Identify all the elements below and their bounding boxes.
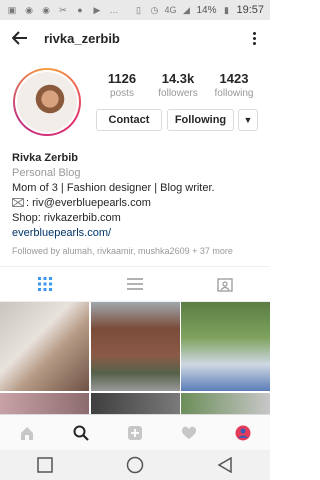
tab-grid[interactable] (0, 267, 90, 301)
more-options-icon[interactable] (248, 28, 260, 48)
more-dots-icon: … (109, 5, 119, 15)
stat-value: 1126 (107, 71, 137, 86)
vk-icon: ● (77, 5, 83, 15)
add-icon (128, 425, 142, 440)
grid-photo[interactable] (0, 302, 89, 391)
stat-following[interactable]: 1423 following (208, 71, 260, 99)
status-time: 19:57 (236, 4, 264, 16)
following-button[interactable]: Following (167, 109, 234, 131)
bio-name: Rivka Zerbib (12, 152, 79, 164)
nav-add[interactable] (108, 415, 162, 450)
square-icon (37, 457, 53, 473)
profile-photo (17, 72, 77, 132)
stat-posts[interactable]: 1126 posts (96, 71, 148, 99)
profile-username: rivka_zerbib (44, 30, 120, 46)
nav-search[interactable] (54, 415, 108, 450)
grid-icon (38, 277, 52, 291)
system-navigation-bar (0, 450, 270, 480)
circle-icon (126, 456, 144, 474)
stat-label: following (214, 88, 254, 99)
nav-home[interactable] (0, 415, 54, 450)
bio-website-link[interactable]: everbluepearls.com/ (12, 226, 262, 241)
search-icon (73, 425, 89, 441)
nav-profile[interactable] (216, 415, 270, 450)
bio-description: Mom of 3 | Fashion designer | Blog write… (12, 182, 215, 194)
status-right-icons: ▯ ◷ 4G ◢ 14% ▮ 19:57 (132, 4, 264, 16)
stat-label: followers (158, 88, 198, 99)
back-arrow-icon[interactable] (10, 28, 30, 48)
stat-value: 1423 (219, 71, 249, 86)
grid-photo[interactable] (181, 392, 270, 415)
stat-followers[interactable]: 14.3k followers (152, 71, 204, 99)
followed-by[interactable]: Followed by alumah, rivkaamir, mushka260… (12, 244, 262, 259)
grid-photo[interactable] (90, 392, 180, 415)
bio-shop: Shop: rivkazerbib.com (12, 212, 121, 224)
signal-icon: ◢ (182, 4, 190, 15)
bottom-navigation (0, 414, 270, 450)
contact-button[interactable]: Contact (96, 109, 162, 131)
avatar[interactable] (13, 68, 81, 136)
heart-icon (181, 426, 197, 439)
triangle-back-icon (217, 457, 232, 473)
instagram-profile-screen: ▣ ◉ ◉ ✂ ● ▶ … ▯ ◷ 4G ◢ 14% ▮ 19:57 rivka… (0, 0, 270, 480)
play-icon: ▶ (93, 4, 101, 15)
whatsapp-icon: ◉ (42, 4, 50, 15)
whatsapp-icon: ◉ (25, 4, 33, 15)
suggestions-dropdown-button[interactable]: ▼ (238, 109, 258, 131)
tab-tagged[interactable] (180, 267, 270, 301)
envelope-icon (12, 198, 24, 207)
home-icon (21, 426, 33, 440)
bio-email-row: : riv@everbluepearls.com (12, 196, 262, 211)
recents-button[interactable] (30, 453, 60, 477)
bio-email[interactable]: : riv@everbluepearls.com (26, 197, 151, 209)
sim-icon: ▣ (7, 4, 17, 15)
stat-label: posts (110, 88, 134, 99)
status-bar: ▣ ◉ ◉ ✂ ● ▶ … ▯ ◷ 4G ◢ 14% ▮ 19:57 (0, 0, 270, 20)
status-left-icons: ▣ ◉ ◉ ✂ ● ▶ … (6, 4, 120, 16)
back-button[interactable] (210, 453, 240, 477)
network-icon: 4G (164, 5, 177, 15)
battery-percent: 14% (196, 4, 217, 16)
profile-bio: Rivka Zerbib Personal Blog Mom of 3 | Fa… (12, 151, 262, 259)
home-button[interactable] (120, 453, 150, 477)
grid-photo[interactable] (181, 302, 270, 391)
grid-photo[interactable] (90, 302, 180, 391)
battery-icon: ▮ (223, 4, 229, 15)
tab-list[interactable] (90, 267, 180, 301)
alarm-icon: ◷ (150, 4, 159, 15)
cut-icon: ✂ (59, 4, 67, 15)
stat-value: 14.3k (161, 71, 195, 86)
photo-grid (0, 302, 270, 415)
tagged-icon (217, 278, 233, 292)
vibrate-icon: ▯ (135, 4, 141, 15)
profile-icon (235, 425, 251, 440)
nav-activity[interactable] (162, 415, 216, 450)
list-icon (127, 278, 143, 290)
grid-photo[interactable] (0, 392, 89, 415)
profile-stats: 1126 posts 14.3k followers 1423 followin… (96, 71, 260, 99)
bio-category: Personal Blog (12, 167, 81, 179)
top-bar: rivka_zerbib (0, 20, 270, 56)
profile-tabs (0, 266, 270, 302)
